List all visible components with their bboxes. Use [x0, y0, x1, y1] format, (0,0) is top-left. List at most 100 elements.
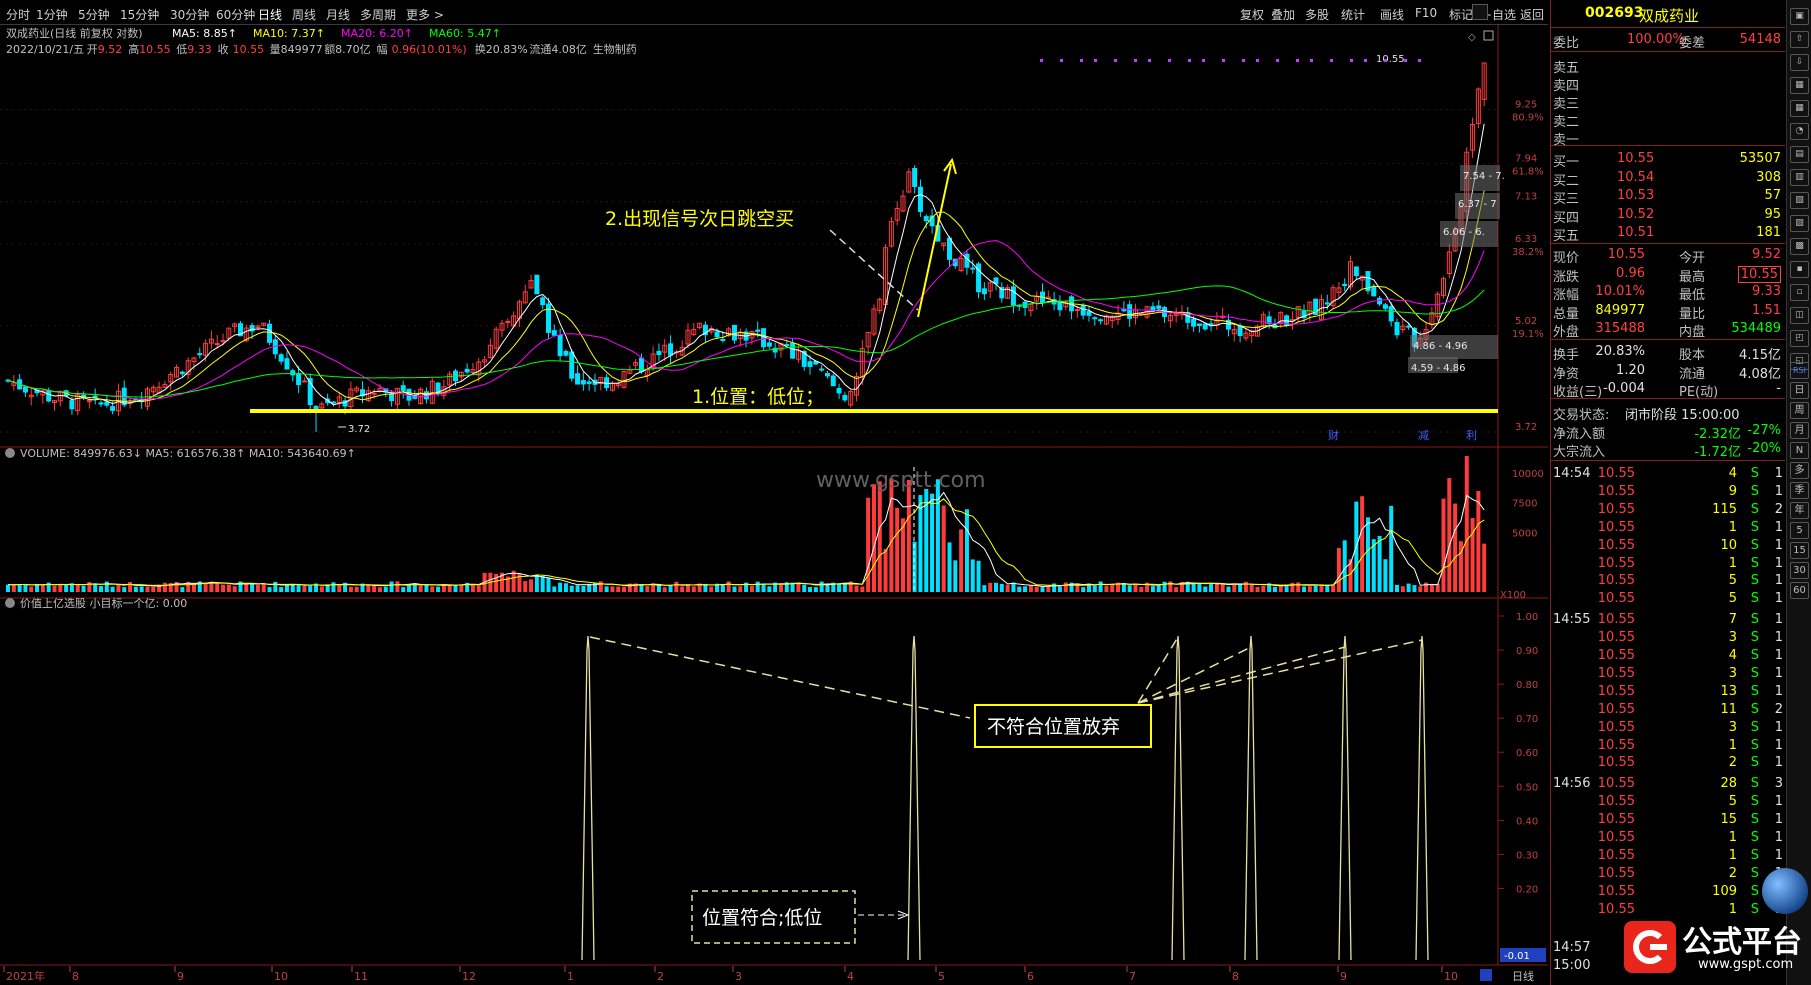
period-tab-3[interactable]: 15分钟 — [120, 6, 159, 23]
range-label-0: 7.54 - 7. — [1463, 171, 1505, 182]
period-tab-10[interactable]: 更多 > — [406, 6, 444, 23]
volume-bar — [1110, 584, 1115, 592]
period-tab-1[interactable]: 1分钟 — [36, 6, 68, 23]
price-axis: 9.25 80.9% 7.94 61.8% 7.13 6.33 38.2% 5.02 19.1%… — [0, 100, 1544, 433]
tool-period-8[interactable]: 5 — [1790, 522, 1809, 539]
toolbar-btn-1[interactable]: 叠加 — [1271, 6, 1295, 23]
tool-icon-2[interactable]: ⇩ — [1790, 54, 1809, 71]
tool-period-10[interactable]: 30 — [1790, 562, 1809, 579]
volume-bar — [1063, 582, 1068, 592]
toolbar-btn-8[interactable]: 返回 — [1520, 6, 1544, 23]
tick-bs: S — [1750, 847, 1759, 863]
signal-spike-5 — [1415, 635, 1429, 961]
tick-n: 2 — [1774, 701, 1783, 717]
tool-icon-0[interactable]: ▣ — [1790, 8, 1809, 25]
candle-body — [1388, 306, 1394, 322]
event-marker-0[interactable]: 财 — [1328, 428, 1339, 442]
tool-icon-5[interactable]: ◔ — [1790, 123, 1809, 140]
globe-icon[interactable] — [1762, 868, 1808, 914]
tick-bs: S — [1750, 501, 1759, 517]
candle-body — [505, 320, 511, 323]
logo-text: 公式平台 — [1682, 925, 1802, 960]
tool-period-1[interactable]: 日 — [1790, 382, 1809, 399]
period-tab-7[interactable]: 周线 — [292, 6, 316, 23]
period-tab-9[interactable]: 多周期 — [360, 6, 396, 23]
tool-icon-6[interactable]: ▤ — [1790, 146, 1809, 163]
tool-icon-14[interactable]: ◰ — [1790, 330, 1809, 347]
period-tab-8[interactable]: 月线 — [326, 6, 350, 23]
volume-bar — [1296, 582, 1301, 592]
tool-period-9[interactable]: 15 — [1790, 542, 1809, 559]
volume-bar — [1052, 583, 1057, 592]
tool-period-0[interactable]: RSI — [1790, 362, 1809, 379]
buy-level-0[interactable]: 买一 10.55 53507 — [1551, 150, 1785, 170]
tick-price: 10.55 — [1597, 483, 1635, 499]
date-label-4: 11 — [354, 970, 368, 983]
buy-level-4[interactable]: 买五 10.51 181 — [1551, 224, 1785, 244]
candle-body — [923, 216, 929, 222]
toolbar-btn-3[interactable]: 统计 — [1341, 6, 1365, 23]
tool-icon-7[interactable]: ▥ — [1790, 169, 1809, 186]
indicator-collapse-icon[interactable] — [5, 598, 15, 608]
buy-level-2[interactable]: 买三 10.53 57 — [1551, 187, 1785, 207]
volume-bar — [552, 586, 557, 592]
period-tab-4[interactable]: 30分钟 — [170, 6, 209, 23]
tool-period-5[interactable]: 多 — [1790, 462, 1809, 479]
tool-icon-8[interactable]: ▧ — [1790, 192, 1809, 209]
candle-body — [580, 380, 586, 385]
volume-bar — [1302, 586, 1307, 592]
price-header: 双成药业(日线 前复权 对数) MA5: 8.85↑ MA10: 7.37↑ MA20… — [6, 26, 637, 56]
tool-icon-12[interactable]: ▫ — [1790, 284, 1809, 301]
date-label-7: 2 — [657, 970, 664, 983]
tool-icon-3[interactable]: ▦ — [1790, 77, 1809, 94]
volume-collapse-icon[interactable] — [5, 448, 15, 458]
tool-icon-9[interactable]: ▨ — [1790, 215, 1809, 232]
chart-max-icon[interactable] — [1483, 30, 1494, 41]
volume-bar — [732, 586, 737, 592]
tool-period-4[interactable]: N — [1790, 442, 1809, 459]
period-label[interactable]: 日线 — [1512, 969, 1534, 983]
candle-body — [604, 377, 610, 389]
tool-period-7[interactable]: 年 — [1790, 502, 1809, 519]
buy-price: 10.54 — [1617, 169, 1655, 185]
chart-option-icon[interactable]: ◇ — [1468, 32, 1476, 43]
toolbar-btn-0[interactable]: 复权 — [1240, 6, 1264, 23]
candle-body — [98, 402, 104, 405]
toolbar-btn-2[interactable]: 多股 — [1305, 6, 1329, 23]
tick-row: 10.55 1S1 — [1551, 737, 1785, 755]
tool-icon-13[interactable]: ◫ — [1790, 307, 1809, 324]
event-marker-2[interactable]: 利 — [1466, 429, 1477, 442]
period-tab-5[interactable]: 60分钟 — [216, 6, 255, 23]
tool-icon-10[interactable]: ▩ — [1790, 238, 1809, 255]
toolbar-btn-5[interactable]: F10 — [1415, 6, 1437, 20]
chart-area[interactable]: 双成药业(日线 前复权 对数) MA5: 8.85↑ MA10: 7.37↑ MA20… — [0, 25, 1548, 985]
tick-price: 10.55 — [1597, 883, 1635, 899]
period-tab-2[interactable]: 5分钟 — [78, 6, 110, 23]
volume-bar — [1156, 584, 1161, 592]
toolbar-drop-icon[interactable] — [1472, 4, 1488, 20]
volume-bar — [546, 578, 551, 592]
stat-value: 315488 — [1595, 321, 1645, 336]
pct-tick-1: 61.8% — [1512, 167, 1544, 178]
tool-icon-4[interactable]: ▦ — [1790, 100, 1809, 117]
event-marker-1[interactable]: 减 — [1418, 429, 1429, 442]
period-tab-0[interactable]: 分时 — [6, 6, 30, 23]
scroll-thumb[interactable] — [1480, 969, 1492, 981]
period-tab-6[interactable]: 日线 — [258, 6, 282, 23]
buy-level-3[interactable]: 买四 10.52 95 — [1551, 206, 1785, 226]
toolbar-btn-4[interactable]: 画线 — [1380, 6, 1404, 23]
tick-price: 10.55 — [1597, 776, 1635, 792]
tool-period-11[interactable]: 60 — [1790, 582, 1809, 599]
tool-period-6[interactable]: 季 — [1790, 482, 1809, 499]
toolbar-btn-6[interactable]: 标记 — [1449, 6, 1473, 23]
volume-bar — [1482, 543, 1487, 592]
tool-icon-11[interactable]: ▪ — [1790, 261, 1809, 278]
tool-period-3[interactable]: 月 — [1790, 422, 1809, 439]
buy-level-1[interactable]: 买二 10.54 308 — [1551, 169, 1785, 189]
tool-icon-1[interactable]: ⇧ — [1790, 31, 1809, 48]
volume-bar — [302, 585, 307, 592]
candle-body — [290, 370, 296, 376]
volume-bar — [761, 583, 766, 592]
kline-chart-svg[interactable]: 双成药业(日线 前复权 对数) MA5: 8.85↑ MA10: 7.37↑ MA20… — [0, 25, 1548, 985]
tool-period-2[interactable]: 周 — [1790, 402, 1809, 419]
